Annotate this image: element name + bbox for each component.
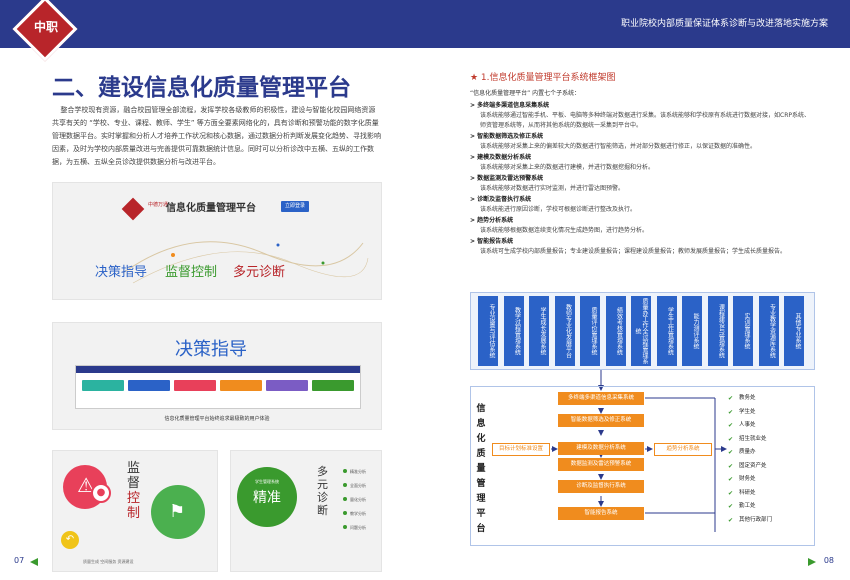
mockup-tiles xyxy=(82,380,354,391)
page-arrow-right-icon xyxy=(808,558,816,566)
trend-analysis-box: 趋势分析系统 xyxy=(654,443,712,456)
core-system-box: 数据监测及雷达预警系统 xyxy=(558,458,644,471)
core-system-box: 多终端多渠道信息采集系统 xyxy=(558,392,644,405)
intro-paragraph: 整合学校现有资源，融合校园管理全部流程，发挥学校各级教师的积极性，建设与智能化校… xyxy=(52,106,381,166)
dashboard-preview-card: 决策指导 信息化质量管理平台始终追求最极致的用户体验 xyxy=(52,322,382,430)
control-text: 控制 xyxy=(127,491,141,521)
page-left: 二、建设信息化质量管理平台 整合学校现有资源，融合校园管理全部流程，发挥学校各级… xyxy=(0,48,425,580)
mockup-tile xyxy=(312,380,354,391)
subsystem-description: 该系统能进行原因诊断，学校可根据诊断进行整改及执行。 xyxy=(480,206,637,213)
subsystem-title: > 数据监测及雷达预警系统 xyxy=(470,175,544,182)
logo-text: 中职 xyxy=(33,20,58,34)
mockup-tile xyxy=(220,380,262,391)
precision-subtitle: 学生管理系统 xyxy=(255,479,279,484)
card2-title: 决策指导 xyxy=(175,339,247,360)
mockup-tile xyxy=(174,380,216,391)
subsystem-title: > 智能报告系统 xyxy=(470,238,514,245)
subsystem-title: > 诊断及监督执行系统 xyxy=(470,196,532,203)
subsystem-title: > 趋势分析系统 xyxy=(470,217,514,224)
slogan-decision: 决策指导 xyxy=(95,265,148,280)
department-item: 学生处 xyxy=(728,406,772,420)
header-bar: 中职 职业院校内部质量保证体系诊断与改进落地实施方案 xyxy=(0,0,850,62)
subsystem-description: 该系统能够通过智能手机、平板、电脑等多种终端对数据进行采集。该系统能够和学校原有… xyxy=(480,112,810,129)
department-item: 教务处 xyxy=(728,392,772,406)
department-item: 科研处 xyxy=(728,487,772,501)
flag-icon: ⚑ xyxy=(169,501,186,522)
diagnosis-list-item: 教学分析 xyxy=(343,511,366,517)
supervision-text: 监督 xyxy=(127,461,141,491)
core-system-box: 智能报告系统 xyxy=(558,507,644,520)
page-number-left: 07 xyxy=(14,556,25,565)
platform-login-card: 中德万通 信息化质量管理平台 立即登录 决策指导 监督控制 多元诊断 xyxy=(52,182,382,300)
subsystem-description: 该系统可生成学校内部质量报告；专业建设质量报告；课程建设质量报告；教师发展质量报… xyxy=(480,248,787,255)
pin-icon: ● xyxy=(91,483,111,503)
brand-logo-icon xyxy=(121,197,145,221)
card3-caption: 质量生成 空间服务 资源建设 xyxy=(83,559,134,564)
diagnosis-card: 学生管理系统 精准 多元诊断 精准分析全面分析量化分析教学分析问题分析 xyxy=(230,450,382,572)
slogan-diagnosis: 多元诊断 xyxy=(233,265,286,280)
document-title: 职业院校内部质量保证体系诊断与改进落地实施方案 xyxy=(620,19,828,29)
department-item: 固定资产处 xyxy=(728,460,772,474)
diagnosis-list: 精准分析全面分析量化分析教学分析问题分析 xyxy=(343,469,366,539)
section-title: 二、建设信息化质量管理平台 xyxy=(52,75,351,101)
subsystem-description: 该系统能够对数据进行实时监测，并进行雷达图预警。 xyxy=(480,185,625,192)
department-item: 质量办 xyxy=(728,446,772,460)
subsystem-description: 该系统能够对采集上来的偏差较大的数据进行智能筛选，并对部分数据进行修正，以保证数… xyxy=(480,143,757,150)
diagnosis-list-item: 精准分析 xyxy=(343,469,366,475)
page-arrow-left-icon xyxy=(30,558,38,566)
subsystem-list: > 多终端多渠道信息采集系统该系统能够通过智能手机、平板、电脑等多种终端对数据进… xyxy=(470,100,815,257)
department-item: 勤工处 xyxy=(728,500,772,514)
slogan-supervision: 监督控制 xyxy=(165,265,218,280)
subsystem-description: 该系统能够根据数据连续变化情况生成趋势图，进行趋势分析。 xyxy=(480,227,649,234)
mockup-tile xyxy=(128,380,170,391)
department-list: 教务处学生处人事处招生就业处质量办固定资产处财务处科研处勤工处其他行政部门 xyxy=(728,392,772,527)
diagnosis-list-item: 全面分析 xyxy=(343,483,366,489)
diagnosis-list-item: 问题分析 xyxy=(343,525,366,531)
mockup-titlebar xyxy=(76,366,360,373)
diagnosis-list-item: 量化分析 xyxy=(343,497,366,503)
subsystem-title: > 智能数据筛选及修正系统 xyxy=(470,133,544,140)
back-arrow-icon: ↶ xyxy=(61,531,79,549)
department-item: 招生就业处 xyxy=(728,433,772,447)
dashboard-mockup xyxy=(75,365,361,409)
core-system-box: 建模及数据分析系统 xyxy=(558,442,644,455)
multi-diagnosis-text: 多元诊断 xyxy=(317,465,328,517)
brand-company: 中德万通 xyxy=(148,202,169,208)
login-button[interactable]: 立即登录 xyxy=(281,201,309,212)
framework-heading: ★ 1.信息化质量管理平台系统框架图 xyxy=(470,73,616,83)
department-item: 人事处 xyxy=(728,419,772,433)
framework-lead: “信息化质量管理平台” 内置七个子系统： xyxy=(470,90,581,97)
platform-label: 信息化质量管理平台 xyxy=(476,404,486,534)
subsystem-title: > 建模及数据分析系统 xyxy=(470,154,532,161)
decorative-swirl-icon xyxy=(122,241,369,284)
page-number-right: 08 xyxy=(823,556,834,565)
core-system-box: 诊断及监督执行系统 xyxy=(558,480,644,493)
brand-name: 信息化质量管理平台 xyxy=(166,203,256,214)
department-item: 财务处 xyxy=(728,473,772,487)
mockup-tile xyxy=(82,380,124,391)
core-system-box: 智能数据筛选及修正系统 xyxy=(558,414,644,427)
card2-caption: 信息化质量管理平台始终追求最极致的用户体验 xyxy=(164,416,270,422)
target-setting-box: 目标计划标准设置 xyxy=(492,443,550,456)
precision-circle: 学生管理系统 精准 xyxy=(237,467,297,527)
page-right: ★ 1.信息化质量管理平台系统框架图 “信息化质量管理平台” 内置七个子系统： … xyxy=(425,48,850,580)
subsystem-title: > 多终端多渠道信息采集系统 xyxy=(470,102,550,109)
mockup-tile xyxy=(266,380,308,391)
precision-label: 精准 xyxy=(253,490,281,506)
subsystem-description: 该系统能够对采集上来的数据进行建模，并进行数据挖掘和分析。 xyxy=(480,164,655,171)
supervision-card: ⚠ ● ↶ 监督 控制 ⚑ 质量生成 空间服务 资源建设 xyxy=(52,450,218,572)
framework-diagram: 专业设置与评估系统 教学过程管理系统 学生成长发展系统 教师专业化发展平台 质量评价管理… xyxy=(470,292,815,554)
department-item: 其他行政部门 xyxy=(728,514,772,528)
